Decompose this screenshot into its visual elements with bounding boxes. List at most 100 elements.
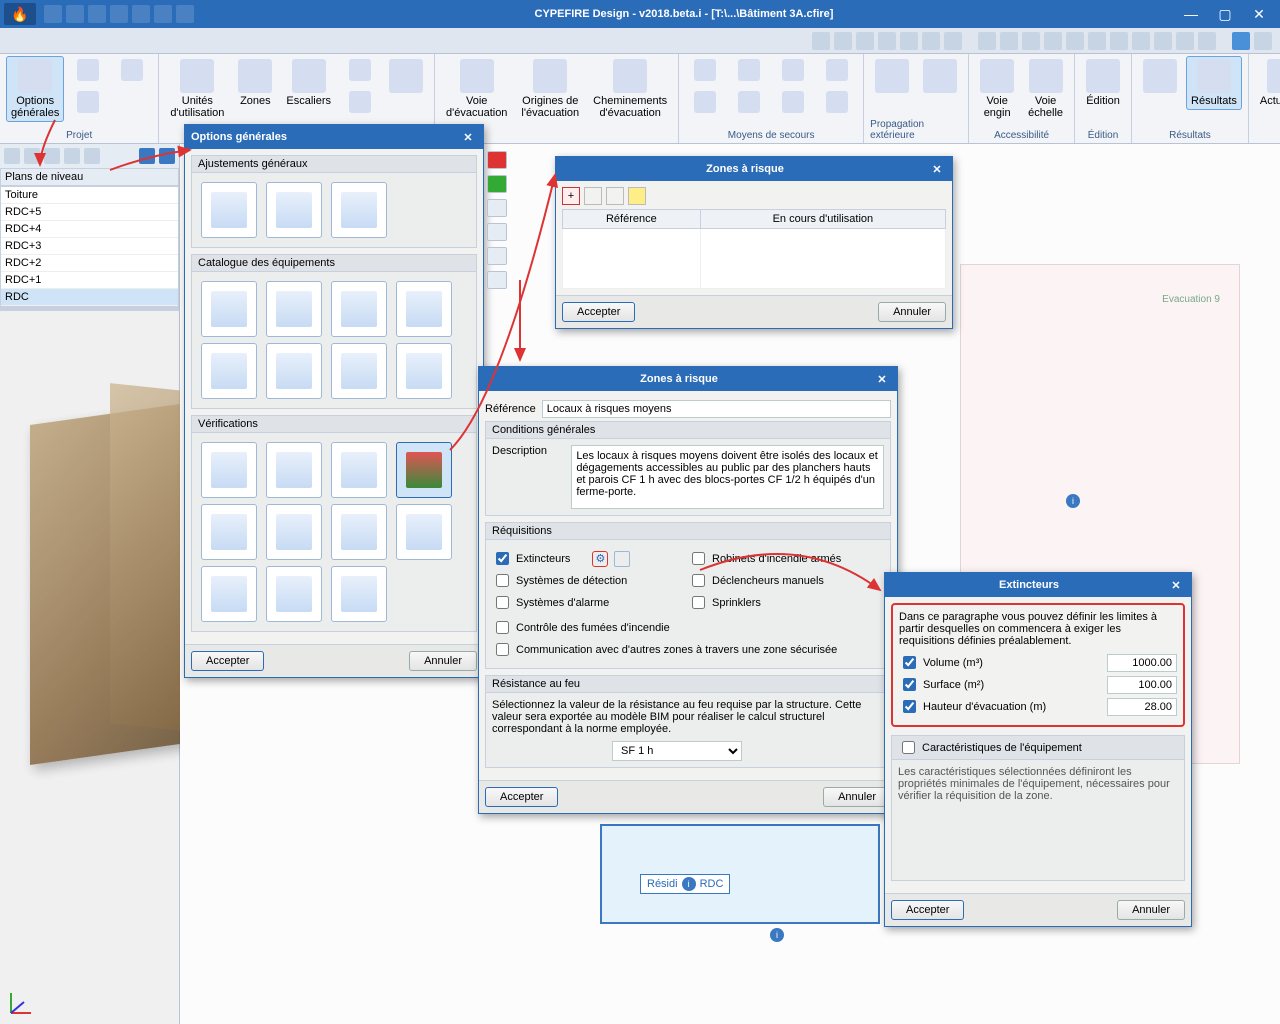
side-1-icon[interactable] (487, 199, 507, 217)
cat-hydrant-button[interactable] (266, 343, 322, 399)
list-item[interactable]: RDC+4 (1, 221, 178, 238)
help-icon[interactable] (1232, 32, 1250, 50)
chk-alarme[interactable] (496, 596, 509, 609)
close-icon[interactable]: ✕ (459, 129, 477, 145)
list-item[interactable]: RDC+2 (1, 255, 178, 272)
config-icon[interactable] (154, 5, 172, 23)
ver-zones-risque-button[interactable] (396, 442, 452, 498)
measure-icon[interactable] (1110, 32, 1128, 50)
gear-small-icon[interactable]: ⚙ (592, 551, 608, 567)
chemin-button[interactable]: Cheminements d'évacuation (588, 56, 672, 122)
side-4-icon[interactable] (487, 271, 507, 289)
hauteur-input[interactable] (1107, 698, 1177, 716)
lp-add-icon[interactable] (4, 148, 20, 164)
dialog-title[interactable]: Options générales ✕ (185, 125, 483, 149)
zoom-out-icon[interactable] (878, 32, 896, 50)
ver-7-button[interactable] (331, 504, 387, 560)
propag-button[interactable] (870, 56, 914, 98)
opt-gear-button[interactable] (266, 182, 322, 238)
chk-robinets[interactable] (692, 552, 705, 565)
chk-sprinklers[interactable] (692, 596, 705, 609)
volume-input[interactable] (1107, 654, 1177, 672)
about-icon[interactable] (1254, 32, 1272, 50)
list-item[interactable]: Toiture (1, 187, 178, 204)
esc-sub2[interactable] (340, 88, 380, 118)
plans-list[interactable]: Toiture RDC+5 RDC+4 RDC+3 RDC+2 RDC+1 RD… (0, 186, 179, 307)
area-icon[interactable] (1154, 32, 1172, 50)
hydrant-icon-btn[interactable] (817, 88, 857, 118)
opt-building-button[interactable] (201, 182, 257, 238)
hose-icon-btn[interactable] (685, 88, 725, 118)
info-dot2-icon[interactable]: i (770, 928, 784, 942)
spray-icon-btn[interactable] (817, 56, 857, 86)
chk-surface[interactable] (903, 678, 916, 691)
desc-textarea[interactable]: Les locaux à risques moyens doivent être… (571, 445, 884, 509)
zoom-in-icon[interactable] (856, 32, 874, 50)
folder-icon[interactable] (628, 187, 646, 205)
voie-button[interactable]: Voie d'évacuation (441, 56, 512, 122)
resultats-button[interactable]: Résultats (1186, 56, 1242, 110)
dialog-title[interactable]: Zones à risque ✕ (479, 367, 897, 391)
cancel-button[interactable]: Annuler (1117, 900, 1185, 920)
cancel-button[interactable]: Annuler (823, 787, 891, 807)
fit-icon[interactable] (944, 32, 962, 50)
cat-detect-button[interactable] (331, 281, 387, 337)
grid-icon[interactable] (1000, 32, 1018, 50)
chk-declencheurs[interactable] (692, 574, 705, 587)
dialog-title[interactable]: Zones à risque ✕ (556, 157, 952, 181)
origines-button[interactable]: Origines de l'évacuation (516, 56, 584, 122)
close-icon[interactable]: ✕ (928, 161, 946, 177)
side-red-icon[interactable] (487, 151, 507, 169)
edit-icon[interactable] (584, 187, 602, 205)
lp-copy-icon[interactable] (64, 148, 80, 164)
zoom-window-icon[interactable] (900, 32, 918, 50)
accept-button[interactable]: Accepter (562, 302, 635, 322)
voie-echelle-button[interactable]: Voie échelle (1023, 56, 1068, 122)
text-icon[interactable] (1088, 32, 1106, 50)
chk-carac[interactable] (902, 741, 915, 754)
settings-icon[interactable] (1176, 32, 1194, 50)
chk-detection[interactable] (496, 574, 509, 587)
evac-sub[interactable] (384, 56, 428, 98)
more-icon[interactable] (176, 5, 194, 23)
list-item[interactable]: RDC+3 (1, 238, 178, 255)
undo-icon[interactable] (66, 5, 84, 23)
chk-volume[interactable] (903, 656, 916, 669)
ver-8-button[interactable] (396, 504, 452, 560)
redo-icon[interactable] (88, 5, 106, 23)
ver-10-button[interactable] (266, 566, 322, 622)
extincteur-icon-btn[interactable] (685, 56, 725, 86)
close-icon[interactable]: ✕ (873, 371, 891, 387)
lp-search-icon[interactable] (84, 148, 100, 164)
ver-2-button[interactable] (266, 442, 322, 498)
actualiser-button[interactable]: Actualiser (1255, 56, 1280, 110)
print-icon[interactable] (110, 5, 128, 23)
view-3d[interactable] (0, 307, 179, 1024)
alarm-icon-btn[interactable] (729, 56, 769, 86)
options-generales-button[interactable]: Options générales (6, 56, 64, 122)
zones-table[interactable]: RéférenceEn cours d'utilisation (562, 209, 946, 289)
opt-folder-button[interactable] (331, 182, 387, 238)
sprinkler-icon-btn[interactable] (773, 56, 813, 86)
info-dot-icon[interactable]: i (1066, 494, 1080, 508)
ver-9-button[interactable] (201, 566, 257, 622)
close-button[interactable]: ✕ (1242, 3, 1276, 25)
cat-ext-button[interactable] (201, 281, 257, 337)
minimize-button[interactable]: — (1174, 3, 1208, 25)
zones-button[interactable]: Zones (233, 56, 277, 110)
accept-button[interactable]: Accepter (191, 651, 264, 671)
projet-sub1-button[interactable] (68, 56, 108, 86)
cat-hose-button[interactable] (266, 281, 322, 337)
accept-button[interactable]: Accepter (891, 900, 964, 920)
edition-button[interactable]: Édition (1081, 56, 1125, 110)
cat-panel-button[interactable] (396, 343, 452, 399)
maximize-button[interactable]: ▢ (1208, 3, 1242, 25)
projet-sub2-button[interactable] (68, 88, 108, 118)
ortho-icon[interactable] (1022, 32, 1040, 50)
dialog-title[interactable]: Extincteurs ✕ (885, 573, 1191, 597)
unites-button[interactable]: Unités d'utilisation (165, 56, 229, 122)
cancel-button[interactable]: Annuler (878, 302, 946, 322)
surface-input[interactable] (1107, 676, 1177, 694)
ver-6-button[interactable] (266, 504, 322, 560)
lp-up-icon[interactable] (139, 148, 155, 164)
